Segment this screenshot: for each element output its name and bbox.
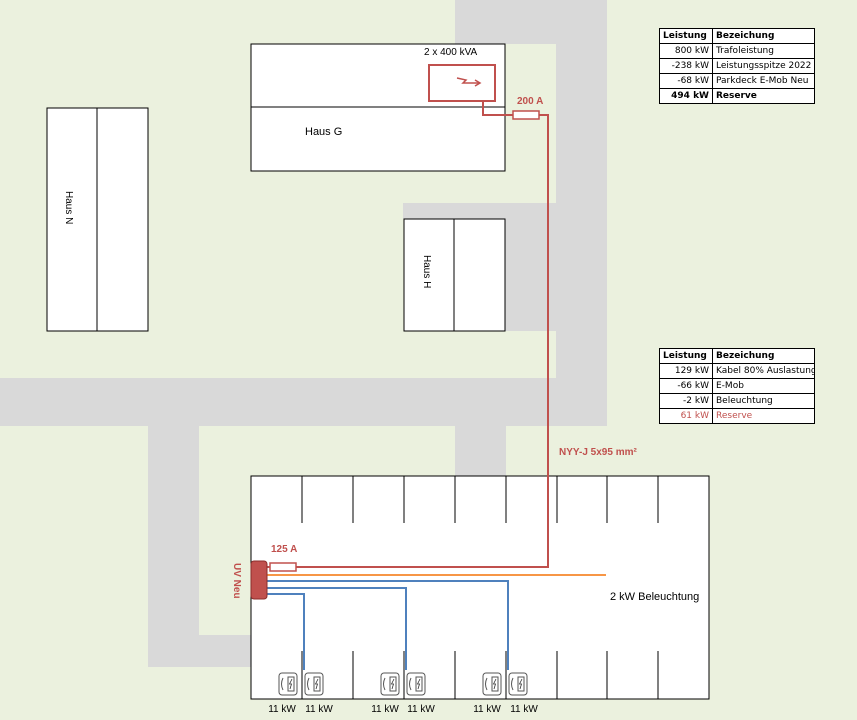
road-south (148, 635, 251, 667)
road-main (0, 378, 607, 426)
table1-cell-value: 494 kW (659, 88, 713, 104)
main-fuse-label: 200 A (517, 96, 543, 107)
distribution-board-label: UV Neu (231, 563, 242, 599)
table2-cell-value: -2 kW (659, 393, 713, 409)
power-table-trafo: Leistung Bezeichung 800 kW Trafoleistung… (659, 28, 815, 104)
road-entry (455, 426, 506, 476)
charger-icon (380, 672, 400, 696)
haus-h-label: Haus H (421, 255, 432, 288)
road-west (148, 426, 199, 667)
table2-header-power: Leistung (659, 348, 713, 364)
charger-power-label: 11 kW (473, 704, 501, 715)
power-table-cable: Leistung Bezeichung 129 kW Kabel 80% Aus… (659, 348, 815, 424)
table2-cell-value: -66 kW (659, 378, 713, 394)
trafo-label: 2 x 400 kVA (424, 47, 478, 58)
table1-cell-value: -68 kW (659, 73, 713, 89)
charger-icon (278, 672, 298, 696)
table1-cell-label: Parkdeck E-Mob Neu (712, 73, 815, 89)
table1-header-label: Bezeichung (712, 28, 815, 44)
charger-icon (508, 672, 528, 696)
table1-cell-label: Leistungsspitze 2022 (712, 58, 815, 74)
table2-cell-label: Kabel 80% Auslastung (712, 363, 815, 379)
table2-cell-value: 129 kW (659, 363, 713, 379)
charger-power-label: 11 kW (407, 704, 435, 715)
table1-header-power: Leistung (659, 28, 713, 44)
charger-icon (304, 672, 324, 696)
road-east (556, 0, 607, 425)
road-middle (403, 203, 556, 219)
table2-cell-value: 61 kW (659, 408, 713, 424)
haus-n-label: Haus N (63, 191, 74, 224)
main-fuse (512, 110, 540, 120)
cable-label: NYY-J 5x95 mm² (559, 447, 637, 458)
table2-header-label: Bezeichung (712, 348, 815, 364)
charger-power-label: 11 kW (268, 704, 296, 715)
charger-icon (406, 672, 426, 696)
table1-cell-label: Trafoleistung (712, 43, 815, 59)
charger-power-label: 11 kW (371, 704, 399, 715)
sub-fuse (269, 562, 297, 572)
haus-g-label: Haus G (305, 126, 342, 138)
table1-cell-value: 800 kW (659, 43, 713, 59)
table2-cell-label: Beleuchtung (712, 393, 815, 409)
charger-icon (482, 672, 502, 696)
sub-fuse-label: 125 A (271, 544, 297, 555)
charger-power-label: 11 kW (305, 704, 333, 715)
charger-power-label: 11 kW (510, 704, 538, 715)
table2-cell-label: E-Mob (712, 378, 815, 394)
table1-cell-label: Reserve (712, 88, 815, 104)
table1-cell-value: -238 kW (659, 58, 713, 74)
table2-cell-label: Reserve (712, 408, 815, 424)
lighting-label: 2 kW Beleuchtung (610, 591, 699, 603)
distribution-board (250, 560, 268, 600)
